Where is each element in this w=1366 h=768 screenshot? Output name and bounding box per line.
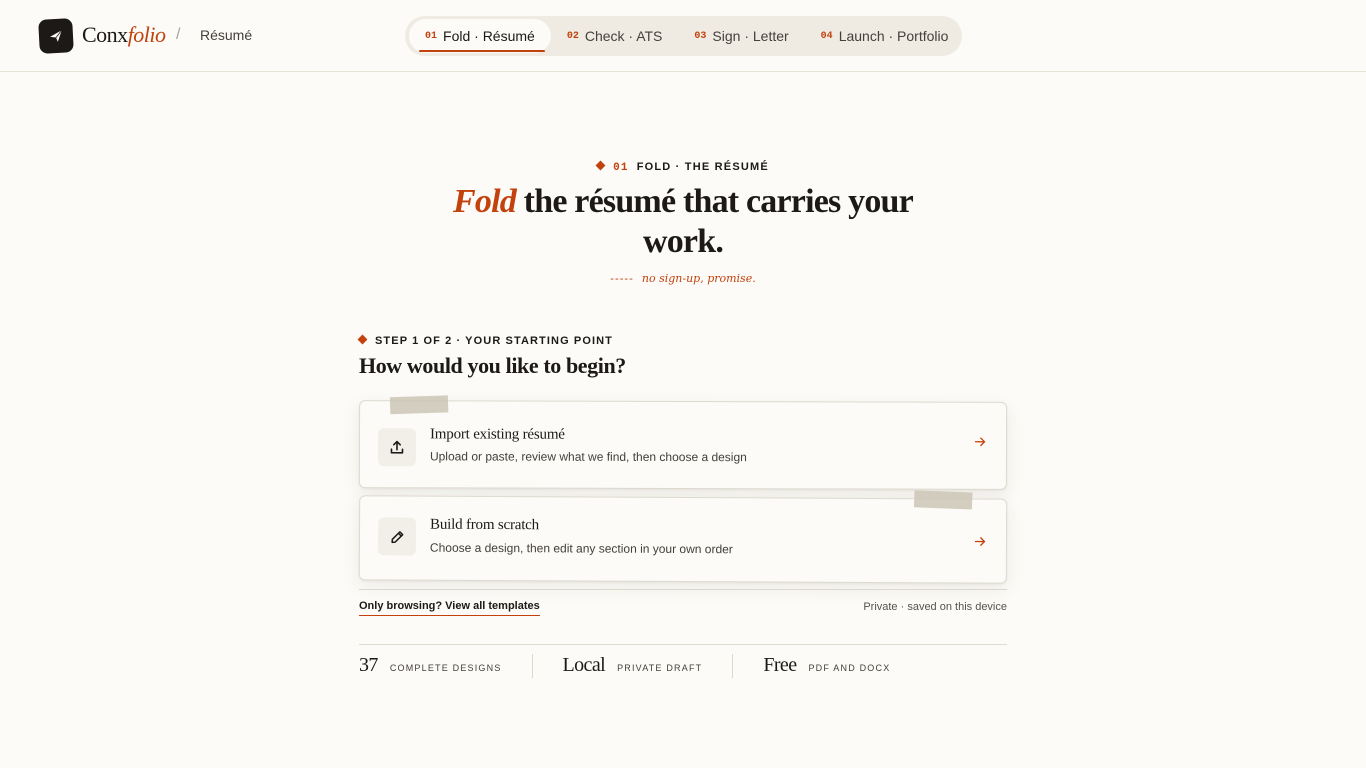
stat-label: PDF AND DOCX — [808, 663, 891, 673]
headline-rest: the résumé that carries your work. — [515, 183, 914, 260]
build-from-scratch-option[interactable]: Build from scratch Choose a design, then… — [358, 490, 1008, 584]
tab-sign-letter[interactable]: 03 Sign · Letter — [678, 19, 804, 53]
stat-label: PRIVATE DRAFT — [617, 663, 703, 673]
hero-eyebrow-label: FOLD · THE RÉSUMÉ — [636, 161, 769, 173]
stat-free: Free PDF AND DOCX — [763, 654, 920, 678]
step-eyebrow: STEP 1 OF 2 · YOUR STARTING POINT — [357, 334, 613, 347]
stat-label: COMPLETE DESIGNS — [389, 663, 502, 673]
headline-emphasis: Fold — [453, 183, 517, 220]
page-title: Fold the résumé that carries your work. — [450, 182, 916, 262]
logo-mark[interactable] — [38, 18, 74, 54]
stat-value: Local — [562, 654, 606, 676]
view-all-templates-link[interactable]: Only browsing? View all templates — [359, 600, 540, 616]
tab-label: Launch · Portfolio — [838, 28, 949, 44]
tab-fold-resume[interactable]: 01 Fold · Résumé — [409, 19, 551, 53]
option-subtitle: Upload or paste, review what we find, th… — [429, 449, 747, 465]
tape-decoration — [913, 490, 973, 510]
hero-eyebrow-number: 01 — [613, 162, 629, 174]
tape-decoration — [389, 395, 449, 415]
diamond-icon — [357, 334, 368, 345]
tab-check-ats[interactable]: 02 Check · ATS — [551, 19, 679, 53]
arrow-right-icon — [974, 537, 986, 546]
stat-value: 37 — [359, 654, 378, 676]
diamond-icon — [595, 160, 606, 171]
upload-icon — [377, 428, 417, 467]
option-title: Build from scratch — [430, 516, 539, 534]
option-title: Import existing résumé — [430, 426, 565, 443]
breadcrumb-separator: / — [176, 26, 181, 43]
tab-label: Sign · Letter — [712, 28, 789, 44]
paper-plane-icon — [50, 29, 63, 42]
stat-designs: 37 COMPLETE DESIGNS — [359, 654, 533, 678]
step-eyebrow-label: STEP 1 OF 2 · YOUR STARTING POINT — [375, 335, 613, 347]
divider — [359, 589, 1007, 590]
hero-eyebrow: 01 FOLD · THE RÉSUMÉ — [0, 160, 1366, 174]
import-resume-option[interactable]: Import existing résumé Upload or paste, … — [358, 395, 1008, 490]
top-bar: Conxfolio / Résumé 01 Fold · Résumé 02 C… — [0, 0, 1366, 72]
tab-launch-portfolio[interactable]: 04 Launch · Portfolio — [805, 19, 965, 53]
breadcrumb-current: Résumé — [200, 27, 253, 43]
note-text: no sign-up, promise. — [641, 272, 756, 285]
option-subtitle: Choose a design, then edit any section i… — [429, 540, 733, 557]
stats-row: 37 COMPLETE DESIGNS Local PRIVATE DRAFT … — [359, 654, 950, 678]
divider — [359, 644, 1007, 645]
privacy-note: Private · saved on this device — [863, 601, 1007, 613]
tab-label: Check · ATS — [584, 28, 663, 44]
arrow-right-icon — [974, 437, 986, 447]
pencil-icon — [377, 517, 417, 556]
stat-local: Local PRIVATE DRAFT — [563, 654, 734, 678]
step-tabs: 01 Fold · Résumé 02 Check · ATS 03 Sign … — [405, 16, 962, 56]
handwritten-note: ----- no sign-up, promise. — [0, 272, 1366, 285]
tab-number: 03 — [694, 30, 707, 42]
tab-label: Fold · Résumé — [443, 28, 535, 44]
tab-number: 02 — [566, 30, 579, 42]
brand-name[interactable]: Conxfolio — [82, 22, 166, 48]
tab-number: 04 — [820, 30, 833, 42]
brand-name-em: folio — [127, 22, 166, 47]
stat-value: Free — [763, 654, 797, 676]
note-dash: ----- — [610, 272, 634, 285]
brand-name-plain: Conx — [82, 22, 128, 47]
tab-number: 01 — [425, 30, 438, 42]
step-title: How would you like to begin? — [359, 353, 626, 378]
